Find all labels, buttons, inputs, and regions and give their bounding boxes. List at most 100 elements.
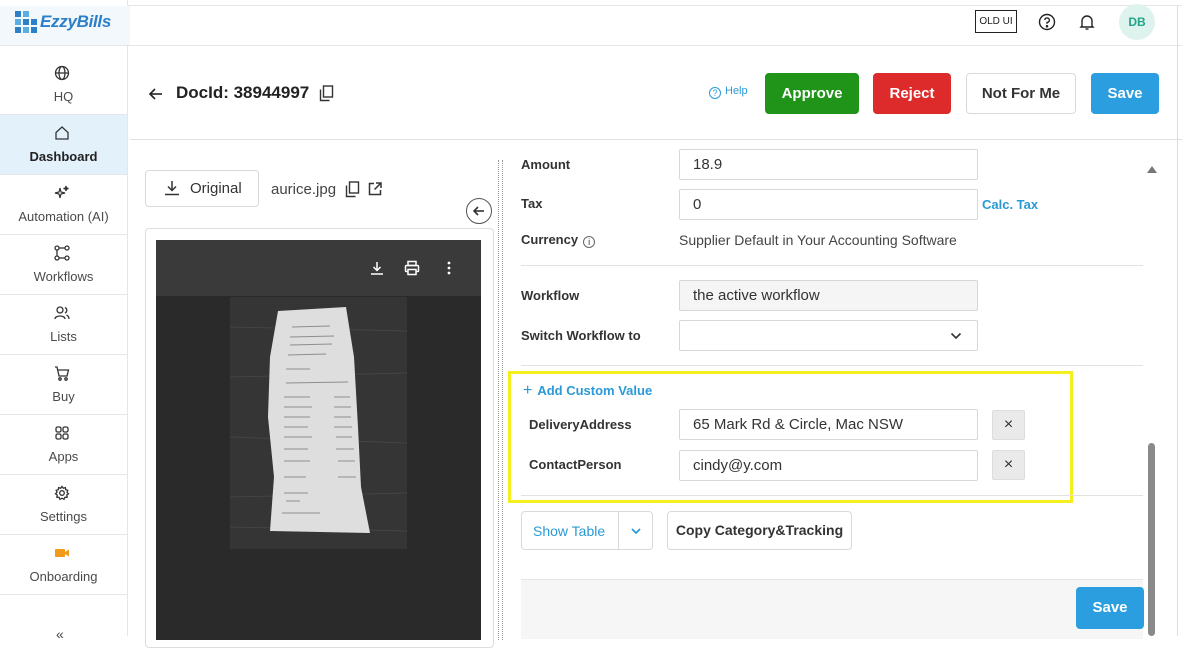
sidebar-item-buy[interactable]: Buy (0, 355, 127, 415)
receipt-image (230, 297, 407, 549)
sidebar-item-label: Automation (AI) (18, 209, 109, 224)
sidebar: EzzyBills HQ Dashboard Automation (AI) W… (0, 0, 130, 642)
show-table-label: Show Table (533, 523, 606, 539)
logo-grid-icon (15, 11, 37, 33)
sidebar-item-label: Dashboard (29, 149, 98, 164)
custom-field-label: DeliveryAddress (529, 417, 632, 432)
save-button[interactable]: Save (1091, 73, 1159, 114)
currency-label: Currency i (521, 232, 596, 248)
app-logo[interactable]: EzzyBills (0, 6, 130, 46)
custom-field-label: ContactPerson (529, 457, 622, 472)
sidebar-item-hq[interactable]: HQ (0, 55, 127, 115)
sparkle-icon (54, 185, 69, 199)
info-icon[interactable]: i (583, 236, 596, 248)
close-icon: × (1003, 456, 1014, 473)
workflow-icon (54, 245, 70, 261)
arrow-left-icon (472, 206, 484, 216)
tax-label: Tax (521, 196, 543, 211)
split-divider (618, 512, 619, 549)
cart-icon (55, 366, 70, 381)
save-button[interactable]: Save (1076, 587, 1144, 629)
original-label: Original (190, 180, 242, 197)
divider (521, 265, 1143, 266)
delivery-address-input[interactable]: 65 Mark Rd & Circle, Mac NSW (679, 409, 978, 440)
help-link[interactable]: ? Help (709, 85, 748, 99)
download-icon (165, 181, 179, 196)
sidebar-item-apps[interactable]: Apps (0, 415, 127, 475)
sidebar-item-settings[interactable]: Settings (0, 475, 127, 535)
collapse-panel-button[interactable] (466, 198, 492, 224)
sidebar-item-workflows[interactable]: Workflows (0, 235, 127, 295)
help-circle-icon[interactable] (1038, 13, 1056, 31)
video-icon (55, 549, 69, 557)
not-for-me-button[interactable]: Not For Me (966, 73, 1076, 114)
page-title: DocId: 38944997 (176, 83, 310, 102)
document-viewer (156, 240, 481, 640)
page-scrollbar[interactable] (1177, 6, 1178, 636)
copy-icon[interactable] (345, 181, 360, 198)
sidebar-item-dashboard[interactable]: Dashboard (0, 115, 127, 175)
sidebar-collapse-button[interactable]: « (56, 626, 64, 642)
download-original-button[interactable]: Original (145, 170, 259, 207)
remove-custom-button[interactable]: × (992, 450, 1025, 480)
sidebar-item-label: HQ (53, 89, 74, 104)
chevron-down-icon (950, 332, 962, 340)
switch-workflow-label: Switch Workflow to (521, 328, 641, 343)
sidebar-item-lists[interactable]: Lists (0, 295, 127, 355)
sidebar-item-label: Buy (52, 389, 75, 404)
home-icon (55, 126, 69, 140)
approve-button[interactable]: Approve (765, 73, 859, 114)
back-arrow-icon[interactable] (148, 86, 164, 102)
panel-resize-handle[interactable] (498, 160, 503, 640)
show-table-button[interactable]: Show Table (521, 511, 653, 550)
add-custom-value-link[interactable]: + Add Custom Value (523, 382, 652, 400)
copy-category-tracking-button[interactable]: Copy Category&Tracking (667, 511, 852, 550)
external-link-icon[interactable] (368, 182, 382, 196)
more-vertical-icon[interactable] (441, 260, 457, 276)
plus-icon: + (523, 382, 533, 399)
remove-custom-button[interactable]: × (992, 410, 1025, 440)
divider (521, 495, 1143, 496)
currency-value: Supplier Default in Your Accounting Soft… (679, 232, 957, 248)
avatar[interactable]: DB (1119, 4, 1155, 40)
file-name: aurice.jpg (271, 181, 337, 198)
sidebar-item-label: Apps (48, 449, 79, 464)
app-name: EzzyBills (40, 12, 111, 31)
copy-icon[interactable] (319, 85, 334, 102)
download-icon[interactable] (369, 260, 385, 276)
workflow-field: the active workflow (679, 280, 978, 311)
users-icon (54, 306, 70, 320)
switch-workflow-select[interactable] (679, 320, 978, 351)
scrollbar-thumb[interactable] (1148, 443, 1155, 636)
help-icon: ? (709, 87, 721, 99)
tax-input[interactable]: 0 (679, 189, 978, 220)
scroll-up-arrow[interactable] (1147, 166, 1157, 173)
currency-label-text: Currency (521, 232, 579, 247)
apps-grid-icon (55, 426, 69, 440)
amount-label: Amount (521, 157, 571, 172)
bell-icon[interactable] (1078, 13, 1096, 31)
sidebar-item-label: Settings (40, 509, 87, 524)
chevron-down-icon[interactable] (630, 525, 642, 537)
form-footer (521, 579, 1143, 639)
reject-button[interactable]: Reject (873, 73, 951, 114)
print-icon[interactable] (404, 260, 420, 276)
calc-tax-link[interactable]: Calc. Tax (982, 197, 1038, 212)
close-icon: × (1003, 416, 1014, 433)
globe-icon (54, 65, 70, 81)
divider (521, 365, 1143, 366)
help-label: Help (725, 85, 748, 97)
sidebar-item-label: Workflows (33, 269, 94, 284)
amount-input[interactable]: 18.9 (679, 149, 978, 180)
sidebar-item-label: Lists (50, 329, 77, 344)
old-ui-toggle[interactable]: OLD UI (975, 10, 1017, 33)
top-header (130, 6, 1182, 46)
gear-icon (54, 485, 70, 501)
viewer-toolbar (156, 240, 481, 296)
contact-person-input[interactable]: cindy@y.com (679, 450, 978, 481)
add-custom-label: Add Custom Value (537, 383, 653, 398)
sidebar-item-label: Onboarding (29, 569, 98, 584)
sidebar-item-automation[interactable]: Automation (AI) (0, 175, 127, 235)
workflow-label: Workflow (521, 288, 580, 303)
sidebar-item-onboarding[interactable]: Onboarding (0, 535, 127, 595)
